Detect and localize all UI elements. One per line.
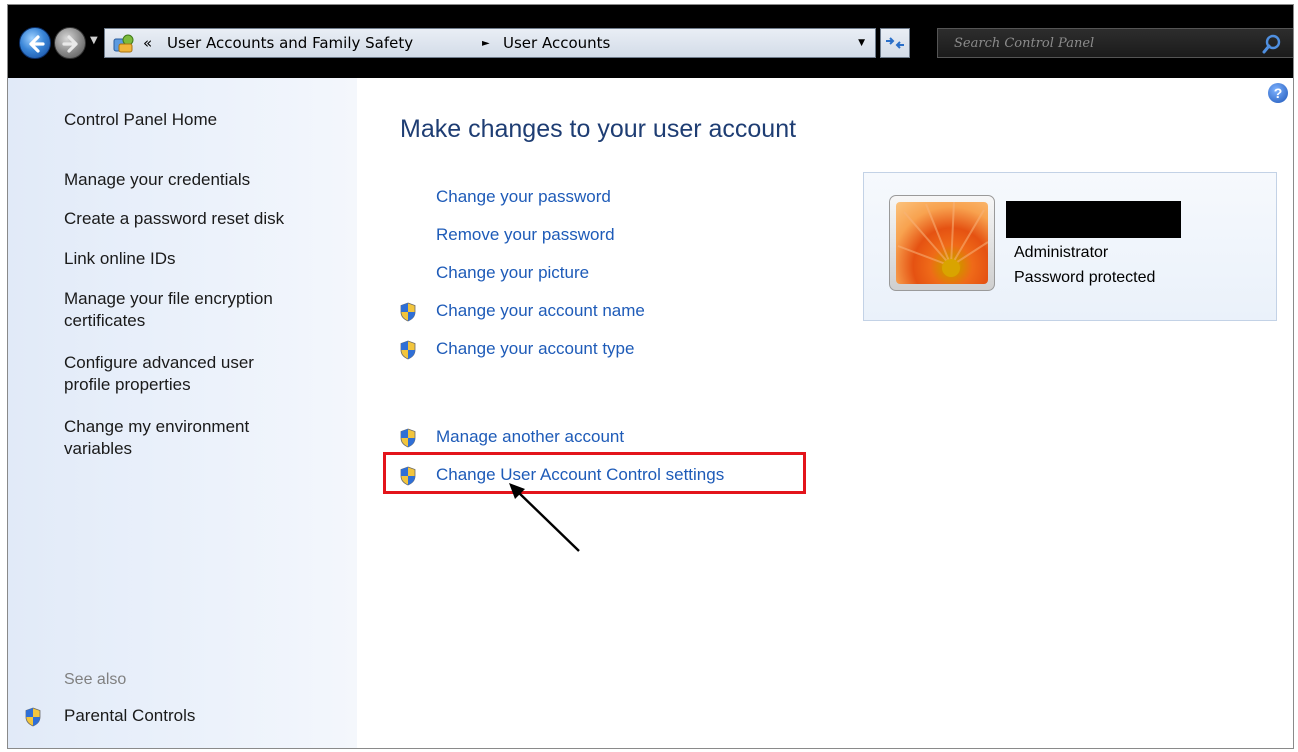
- advanced-profile-properties-link[interactable]: Configure advanced user profile properti…: [64, 352, 304, 396]
- control-panel-icon: [113, 34, 134, 53]
- uac-shield-icon: [400, 428, 416, 448]
- control-panel-window: ▼ « User Accounts and Family Safety ► Us…: [7, 4, 1294, 749]
- uac-shield-icon: [25, 707, 41, 727]
- search-input[interactable]: [938, 29, 1248, 57]
- page-title: Make changes to your user account: [400, 115, 797, 143]
- left-nav-pane: Control Panel Home Manage your credentia…: [8, 78, 357, 748]
- redacted-username: [1006, 201, 1181, 238]
- manage-another-account-link[interactable]: Manage another account: [436, 427, 624, 447]
- address-bar: ▼ « User Accounts and Family Safety ► Us…: [8, 5, 1293, 78]
- control-panel-home-link[interactable]: Control Panel Home: [64, 109, 217, 131]
- change-password-link[interactable]: Change your password: [436, 187, 611, 207]
- change-picture-link[interactable]: Change your picture: [436, 263, 589, 283]
- refresh-icon: [886, 37, 904, 49]
- breadcrumb-overflow[interactable]: «: [143, 34, 152, 52]
- breadcrumb-user-accounts[interactable]: User Accounts: [503, 34, 610, 52]
- pointer-arrow-annotation: [509, 483, 580, 552]
- change-account-name-link[interactable]: Change your account name: [436, 301, 645, 321]
- forward-button[interactable]: [54, 27, 86, 59]
- forward-arrow-icon: [62, 35, 78, 53]
- breadcrumb-user-accounts-family-safety[interactable]: User Accounts and Family Safety: [167, 34, 413, 52]
- parental-controls-link[interactable]: Parental Controls: [64, 706, 195, 726]
- search-box[interactable]: [937, 28, 1293, 58]
- file-encryption-certificates-link[interactable]: Manage your file encryption certificates: [64, 288, 334, 332]
- recent-pages-dropdown[interactable]: ▼: [90, 35, 98, 46]
- change-account-type-link[interactable]: Change your account type: [436, 339, 634, 359]
- flower-picture-icon: [896, 202, 988, 284]
- avatar[interactable]: [889, 195, 995, 291]
- back-button[interactable]: [19, 27, 51, 59]
- help-icon[interactable]: ?: [1268, 83, 1288, 103]
- link-online-ids-link[interactable]: Link online IDs: [64, 248, 176, 270]
- breadcrumb-separator[interactable]: ►: [482, 38, 490, 49]
- refresh-button[interactable]: [880, 28, 910, 58]
- see-also-label: See also: [64, 671, 127, 688]
- uac-shield-icon: [400, 340, 416, 360]
- account-status: Password protected: [1014, 269, 1156, 286]
- back-arrow-icon: [29, 35, 45, 53]
- highlight-box: [383, 452, 806, 494]
- password-reset-disk-link[interactable]: Create a password reset disk: [64, 208, 284, 230]
- breadcrumb[interactable]: « User Accounts and Family Safety ► User…: [104, 28, 876, 58]
- environment-variables-link[interactable]: Change my environment variables: [64, 416, 304, 460]
- manage-credentials-link[interactable]: Manage your credentials: [64, 169, 250, 191]
- uac-shield-icon: [400, 302, 416, 322]
- search-icon[interactable]: [1262, 34, 1282, 54]
- address-dropdown-icon[interactable]: ▼: [858, 38, 865, 48]
- remove-password-link[interactable]: Remove your password: [436, 225, 615, 245]
- account-card: Administrator Password protected: [863, 172, 1277, 321]
- account-role: Administrator: [1014, 244, 1109, 261]
